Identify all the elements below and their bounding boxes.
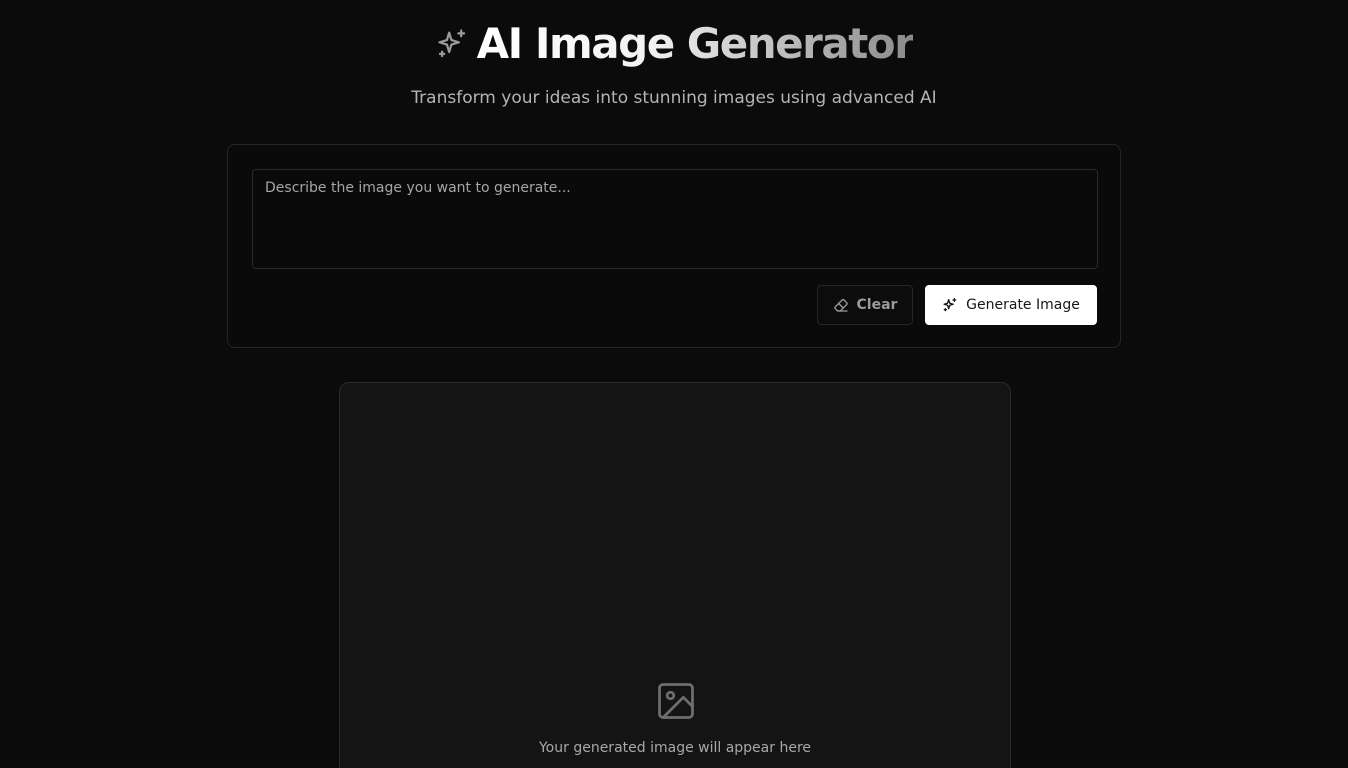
page-subtitle: Transform your ideas into stunning image… bbox=[411, 88, 937, 108]
generate-button-label: Generate Image bbox=[966, 297, 1080, 313]
page: AI Image Generator Transform your ideas … bbox=[0, 0, 1348, 768]
image-icon bbox=[654, 679, 698, 723]
preview-placeholder-text: Your generated image will appear here bbox=[538, 740, 812, 756]
clear-button-label: Clear bbox=[856, 297, 898, 313]
prompt-card: Clear Generate Image bbox=[227, 144, 1121, 348]
sparkles-icon bbox=[942, 297, 958, 313]
action-buttons: Clear Generate Image bbox=[817, 285, 1097, 325]
clear-button[interactable]: Clear bbox=[817, 285, 913, 325]
eraser-icon bbox=[833, 297, 849, 313]
generate-image-button[interactable]: Generate Image bbox=[925, 285, 1097, 325]
header: AI Image Generator bbox=[0, 14, 1348, 74]
prompt-input[interactable] bbox=[252, 169, 1098, 269]
page-title: AI Image Generator bbox=[477, 14, 915, 74]
sparkles-icon bbox=[435, 27, 469, 61]
image-preview-area: Your generated image will appear here bbox=[339, 382, 1011, 768]
